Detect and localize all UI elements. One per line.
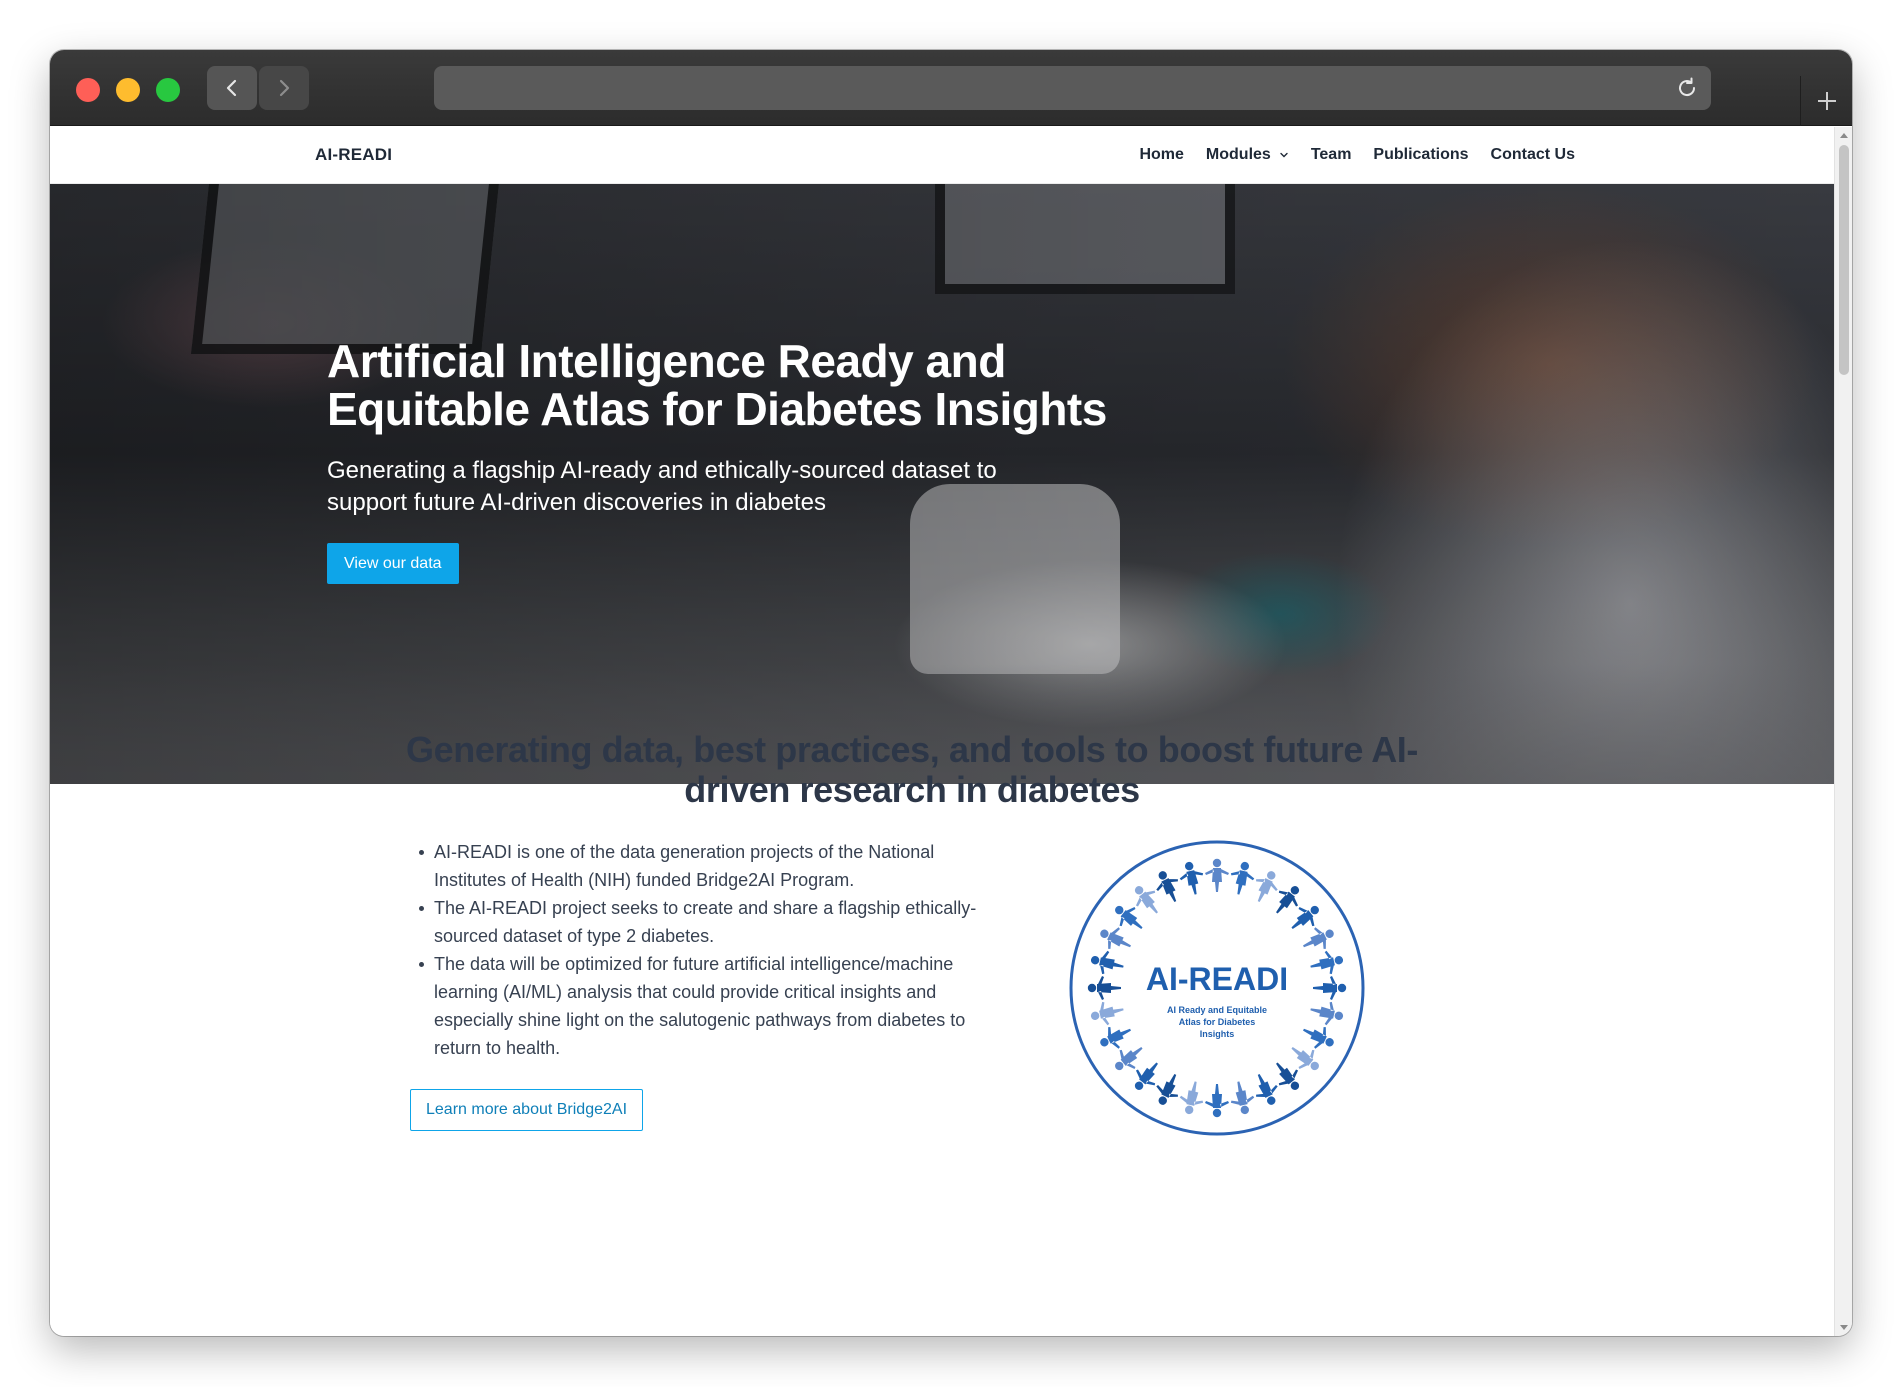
site-navbar: AI-READI Home Modules Team Publications … bbox=[50, 127, 1834, 184]
scrollbar-thumb[interactable] bbox=[1839, 145, 1849, 375]
logo-title: AI-READI bbox=[1146, 961, 1288, 997]
back-button[interactable] bbox=[207, 66, 257, 110]
learn-more-bridge2ai-button[interactable]: Learn more about Bridge2AI bbox=[410, 1089, 644, 1131]
nav-contact-label: Contact Us bbox=[1490, 146, 1575, 163]
close-window-button[interactable] bbox=[76, 78, 100, 102]
nav-team[interactable]: Team bbox=[1311, 146, 1352, 164]
intro-heading: Generating data, best practices, and too… bbox=[406, 729, 1418, 810]
nav-home-label: Home bbox=[1139, 146, 1184, 163]
browser-window: AI-READI Home Modules Team Publications … bbox=[50, 50, 1852, 1336]
view-data-button[interactable]: View our data bbox=[327, 543, 459, 584]
nav-modules-label: Modules bbox=[1205, 146, 1271, 163]
logo-tagline-1: AI Ready and Equitable bbox=[1167, 1005, 1267, 1015]
main-menu: Home Modules Team Publications Contact U… bbox=[1139, 146, 1575, 164]
reload-icon[interactable] bbox=[1675, 76, 1699, 100]
nav-home[interactable]: Home bbox=[1139, 146, 1183, 164]
hero-title: Artificial Intelligence Ready and Equita… bbox=[327, 335, 1107, 435]
nav-publications-label: Publications bbox=[1373, 146, 1469, 163]
scroll-up-arrow-icon[interactable] bbox=[1840, 133, 1848, 138]
nav-publications[interactable]: Publications bbox=[1373, 146, 1468, 164]
minimize-window-button[interactable] bbox=[116, 78, 140, 102]
nav-contact-us[interactable]: Contact Us bbox=[1491, 146, 1575, 164]
list-item: The data will be optimized for future ar… bbox=[410, 950, 1010, 1062]
list-item: AI-READI is one of the data generation p… bbox=[410, 838, 1010, 894]
browser-toolbar bbox=[50, 50, 1852, 126]
new-tab-button[interactable] bbox=[1800, 76, 1852, 126]
plus-icon bbox=[1817, 92, 1836, 110]
brand-logo-text[interactable]: AI-READI bbox=[315, 145, 392, 165]
intro-bullet-list: AI-READI is one of the data generation p… bbox=[410, 838, 1010, 1062]
maximize-window-button[interactable] bbox=[156, 78, 180, 102]
chevron-left-icon bbox=[226, 79, 237, 97]
hero-banner: Artificial Intelligence Ready and Equita… bbox=[50, 184, 1834, 784]
page-scrollbar[interactable] bbox=[1834, 127, 1852, 1336]
ai-readi-logo: AI-READI AI Ready and Equitable Atlas fo… bbox=[1069, 840, 1365, 1136]
forward-button[interactable] bbox=[259, 66, 309, 110]
chevron-down-icon bbox=[1280, 152, 1288, 158]
logo-tagline-3: Insights bbox=[1200, 1029, 1235, 1039]
scroll-down-arrow-icon[interactable] bbox=[1840, 1325, 1848, 1330]
chevron-right-icon bbox=[279, 79, 290, 97]
hero-content: Artificial Intelligence Ready and Equita… bbox=[327, 337, 1127, 584]
hero-subtitle: Generating a flagship AI-ready and ethic… bbox=[327, 457, 997, 516]
nav-team-label: Team bbox=[1310, 146, 1352, 163]
list-item: The AI-READI project seeks to create and… bbox=[410, 894, 1010, 950]
logo-tagline-2: Atlas for Diabetes bbox=[1179, 1017, 1256, 1027]
nav-modules[interactable]: Modules bbox=[1206, 146, 1289, 164]
address-bar[interactable] bbox=[434, 66, 1711, 110]
